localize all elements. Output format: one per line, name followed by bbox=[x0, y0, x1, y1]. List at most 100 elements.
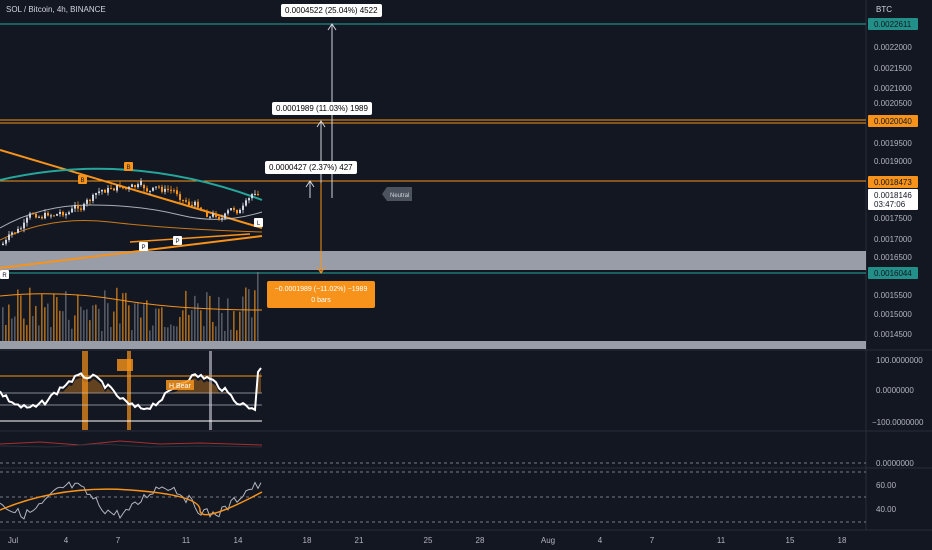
candle-body bbox=[236, 209, 238, 214]
candle-body bbox=[140, 180, 142, 185]
time-label: Jul bbox=[8, 536, 18, 545]
volume-bar bbox=[215, 326, 217, 341]
candle-body bbox=[17, 228, 19, 233]
candle-body bbox=[8, 234, 10, 240]
measure-label-mid[interactable]: 0.0001989 (11.03%) 1989 bbox=[272, 102, 372, 115]
price-label: 0.0019000 bbox=[874, 157, 912, 166]
volume-bar bbox=[233, 311, 235, 341]
price-label: 0.0019500 bbox=[874, 139, 912, 148]
volume-bar bbox=[2, 307, 4, 341]
candle-body bbox=[257, 193, 259, 195]
candle-body bbox=[125, 188, 127, 190]
price-tag-low-text: 0.0016044 bbox=[874, 269, 912, 278]
candle-body bbox=[191, 205, 193, 207]
candle-body bbox=[71, 208, 73, 213]
measure-label-down-line1: −0.0001989 (−11.02%) −1989 bbox=[274, 286, 368, 293]
measure-label-small[interactable]: 0.0000427 (2.37%) 427 bbox=[265, 161, 357, 174]
price-tag-mid-text: 0.0018473 bbox=[874, 178, 912, 187]
candle-body bbox=[152, 187, 154, 191]
osc1-axis-label: 0.0000000 bbox=[876, 386, 914, 395]
volume-bar bbox=[44, 307, 46, 341]
time-label: 21 bbox=[355, 536, 364, 545]
candle-body bbox=[98, 191, 100, 194]
osc2-axis-label: 0.0000000 bbox=[876, 459, 914, 468]
candle-body bbox=[2, 243, 4, 245]
volume-bar bbox=[254, 290, 256, 341]
measure-label-down[interactable]: −0.0001989 (−11.02%) −1989 0 bars bbox=[267, 281, 375, 308]
candle-body bbox=[218, 216, 220, 220]
candle-body bbox=[215, 213, 217, 217]
marker-p-2-text: P bbox=[175, 239, 179, 245]
chart-canvas[interactable]: SOL / Bitcoin, 4h, BINANCE BTC B B P P R… bbox=[0, 0, 932, 550]
volume-bar bbox=[152, 325, 154, 341]
time-label: 28 bbox=[476, 536, 485, 545]
volume-bar bbox=[71, 328, 73, 341]
price-label: 0.0017500 bbox=[874, 214, 912, 223]
candle-body bbox=[245, 200, 247, 206]
candle-body bbox=[206, 211, 208, 217]
candle-body bbox=[113, 188, 115, 191]
candle-body bbox=[128, 187, 130, 189]
volume-bar bbox=[140, 317, 142, 341]
volume-bar bbox=[38, 325, 40, 341]
candle-body bbox=[14, 232, 16, 234]
measure-label-large[interactable]: 0.0004522 (25.04%) 4522 bbox=[281, 4, 382, 17]
candle-body bbox=[29, 213, 31, 218]
volume-bar bbox=[137, 302, 139, 341]
marker-b-1-text: B bbox=[80, 178, 84, 184]
volume-bar bbox=[191, 310, 193, 341]
candle-body bbox=[248, 198, 250, 201]
volume-bar bbox=[116, 287, 118, 341]
gray-zone-band-lower[interactable] bbox=[0, 341, 866, 349]
price-tag-current-text: 0.0018146 bbox=[874, 191, 912, 200]
gray-zone-band[interactable] bbox=[0, 251, 866, 270]
price-label: 0.0015500 bbox=[874, 291, 912, 300]
volume-bar bbox=[92, 305, 94, 341]
candle-body bbox=[74, 205, 76, 209]
candle-body bbox=[95, 193, 97, 195]
volume-bar bbox=[212, 321, 214, 341]
candle-body bbox=[227, 210, 229, 214]
volume-bar bbox=[248, 289, 250, 341]
rsi-axis-label: 40.00 bbox=[876, 505, 897, 514]
candle-body bbox=[23, 222, 25, 229]
time-label: 4 bbox=[598, 536, 603, 545]
time-label: 11 bbox=[182, 536, 191, 545]
candle-body bbox=[11, 232, 13, 235]
price-tag-top-text: 0.0022611 bbox=[874, 20, 912, 29]
volume-bar bbox=[146, 300, 148, 341]
time-label: 15 bbox=[786, 536, 795, 545]
candle-body bbox=[161, 186, 163, 192]
time-label: 25 bbox=[424, 536, 433, 545]
osc1-axis-label: −100.0000000 bbox=[872, 418, 924, 427]
volume-bar bbox=[20, 295, 22, 341]
volume-bar bbox=[200, 310, 202, 341]
candle-body bbox=[155, 186, 157, 188]
price-label: 0.0015000 bbox=[874, 310, 912, 319]
volume-bar bbox=[29, 287, 31, 341]
volume-bar bbox=[161, 307, 163, 341]
volume-bar bbox=[242, 296, 244, 341]
volume-bar bbox=[65, 291, 67, 341]
volume-bar bbox=[8, 304, 10, 341]
candle-body bbox=[59, 211, 61, 215]
volume-bar bbox=[47, 303, 49, 341]
candle-body bbox=[137, 184, 139, 188]
volume-bar bbox=[230, 329, 232, 341]
candle-body bbox=[239, 209, 241, 214]
candle-body bbox=[221, 218, 223, 220]
time-label: 4 bbox=[64, 536, 69, 545]
time-label: Aug bbox=[541, 536, 555, 545]
candle-body bbox=[146, 188, 148, 192]
volume-bar bbox=[218, 296, 220, 341]
candle-body bbox=[56, 214, 58, 216]
candle-body bbox=[107, 188, 109, 193]
candle-body bbox=[62, 211, 64, 216]
osc1-axis-label: 100.0000000 bbox=[876, 356, 923, 365]
price-tag-upper-text: 0.0020040 bbox=[874, 117, 912, 126]
measure-label-down-line2: 0 bars bbox=[311, 297, 331, 304]
volume-bar bbox=[251, 317, 253, 341]
volume-bar bbox=[149, 330, 151, 341]
candle-body bbox=[35, 213, 37, 218]
candle-body bbox=[200, 207, 202, 211]
